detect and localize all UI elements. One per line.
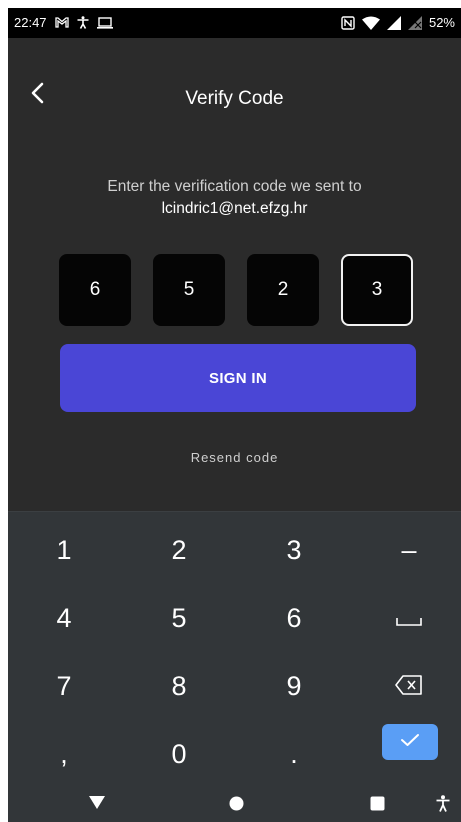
key-dash[interactable]: – [369,522,449,578]
code-input-row: 6 5 2 3 [59,254,413,326]
key-6[interactable]: 6 [254,590,334,646]
signal-icon [386,15,401,30]
key-period[interactable]: . [254,726,334,782]
sign-in-button[interactable]: SIGN IN [60,344,416,412]
gmail-icon [54,17,69,28]
phone-screen: 22:47 52% Verify Code Enter the verifica… [8,8,461,822]
home-circle-icon[interactable] [229,796,244,811]
resend-code-link[interactable]: Resend code [8,450,461,465]
key-backspace[interactable] [369,658,449,714]
verification-prompt: Enter the verification code we sent to [107,178,362,195]
nfc-icon [341,15,355,30]
recents-square-icon[interactable] [370,796,385,811]
battery-percent: 52% [428,15,455,30]
key-8[interactable]: 8 [139,658,219,714]
laptop-icon [96,16,113,29]
code-digit-2[interactable]: 5 [153,254,225,326]
key-0[interactable]: 0 [139,726,219,782]
status-time: 22:47 [14,15,47,30]
backspace-icon [395,671,423,702]
status-bar: 22:47 52% [8,8,461,38]
header: Verify Code [8,38,461,124]
code-digit-3[interactable]: 2 [247,254,319,326]
space-icon [396,603,422,634]
key-7[interactable]: 7 [24,658,104,714]
key-comma[interactable]: , [24,726,104,782]
code-digit-4[interactable]: 3 [341,254,413,326]
key-4[interactable]: 4 [24,590,104,646]
back-triangle-icon[interactable] [88,794,106,810]
key-1[interactable]: 1 [24,522,104,578]
accessibility-shortcut-icon[interactable] [436,795,450,812]
key-space[interactable] [369,590,449,646]
key-9[interactable]: 9 [254,658,334,714]
checkmark-icon [400,733,420,752]
wifi-icon [361,16,380,30]
accessibility-icon [77,16,89,29]
done-key[interactable] [382,724,438,760]
code-digit-1[interactable]: 6 [59,254,131,326]
numeric-keyboard: 1 2 3 – 4 5 6 7 8 9 , 0 . [8,511,461,786]
key-5[interactable]: 5 [139,590,219,646]
navigation-bar [8,786,461,822]
key-3[interactable]: 3 [254,522,334,578]
verification-email: lcindric1@net.efzg.hr [161,200,308,217]
key-2[interactable]: 2 [139,522,219,578]
page-title: Verify Code [185,88,284,109]
no-sim-icon [407,15,422,30]
